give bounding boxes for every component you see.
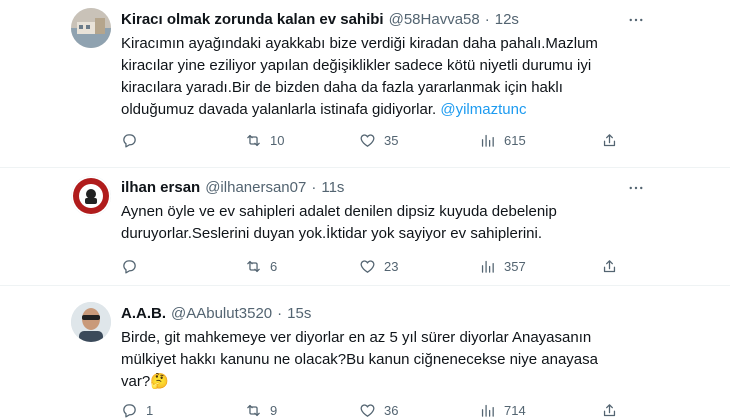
reply-button[interactable]: [121, 256, 146, 276]
retweet-icon: [247, 404, 260, 416]
like-button[interactable]: 36: [359, 400, 398, 420]
reply-icon: [123, 259, 136, 274]
reply-icon: [123, 403, 136, 418]
tweet-header: Kiracı olmak zorunda kalan ev sahibi @58…: [121, 10, 641, 30]
avatar-image: [71, 8, 111, 48]
avatar[interactable]: [71, 8, 111, 48]
views-button[interactable]: 714: [479, 400, 526, 420]
tweet-time[interactable]: 12s: [495, 10, 519, 30]
reply-count: 1: [146, 402, 154, 418]
tweet-time[interactable]: 11s: [321, 178, 344, 198]
separator-dot: ·: [484, 11, 490, 28]
views-chart-icon: [481, 404, 494, 417]
tweet-actions: 6 23 357: [121, 256, 641, 276]
views-chart-icon: [481, 260, 494, 273]
author-handle[interactable]: @58Havva58: [389, 10, 480, 30]
heart-icon: [360, 259, 375, 273]
avatar[interactable]: [71, 176, 111, 216]
tweet-content: ilhan ersan @ilhanersan07 · 11s Aynen öy…: [121, 178, 641, 245]
views-button[interactable]: 357: [479, 256, 526, 276]
tweet-feed: Kiracı olmak zorunda kalan ev sahibi @58…: [0, 0, 730, 420]
tweet-text: Aynen öyle ve ev sahipleri adalet denile…: [121, 203, 557, 242]
retweet-count: 6: [270, 258, 278, 274]
views-button[interactable]: 615: [479, 130, 526, 150]
share-icon: [603, 259, 616, 272]
share-icon: [603, 133, 616, 146]
retweet-icon: [247, 260, 260, 272]
tweet-item[interactable]: ilhan ersan @ilhanersan07 · 11s Aynen öy…: [0, 168, 730, 286]
tweet-header: ilhan ersan @ilhanersan07 · 11s: [121, 178, 641, 198]
tweet-text: Kiracımın ayağındaki ayakkabı bize verdi…: [121, 33, 631, 121]
avatar[interactable]: [71, 302, 111, 342]
more-horizontal-icon: [629, 18, 643, 22]
views-count: 714: [504, 402, 526, 418]
avatar-image: [71, 302, 111, 342]
avatar-image: [71, 176, 111, 216]
tweet-text: Birde, git mahkemeye ver diyorlar en az …: [121, 327, 631, 393]
share-button[interactable]: [601, 256, 618, 276]
reply-icon: [123, 133, 136, 148]
tweet-header: A.A.B. @AAbulut3520 · 15s: [121, 304, 641, 324]
retweet-button[interactable]: 9: [245, 400, 277, 420]
retweet-count: 10: [270, 132, 285, 148]
author-name[interactable]: ilhan ersan: [121, 178, 200, 198]
separator-dot: ·: [277, 305, 283, 322]
separator-dot: ·: [311, 179, 317, 196]
heart-icon: [360, 133, 375, 147]
like-count: 36: [384, 402, 399, 418]
more-options-button[interactable]: [626, 178, 646, 198]
more-horizontal-icon: [629, 186, 643, 190]
thinking-face-emoji: 🤔: [150, 373, 169, 390]
views-count: 357: [504, 258, 526, 274]
views-count: 615: [504, 132, 526, 148]
retweet-icon: [247, 134, 260, 146]
tweet-item[interactable]: Kiracı olmak zorunda kalan ev sahibi @58…: [0, 0, 730, 168]
views-chart-icon: [481, 134, 494, 147]
retweet-button[interactable]: 6: [245, 256, 277, 276]
tweet-content: A.A.B. @AAbulut3520 · 15s Birde, git mah…: [121, 304, 641, 393]
author-handle[interactable]: @AAbulut3520: [171, 304, 272, 324]
more-options-button[interactable]: [626, 10, 646, 30]
author-name[interactable]: Kiracı olmak zorunda kalan ev sahibi: [121, 10, 384, 30]
tweet-actions: 10 35 615: [121, 130, 641, 150]
retweet-button[interactable]: 10: [245, 130, 284, 150]
like-count: 23: [384, 258, 399, 274]
mention-link[interactable]: @yilmaztunc: [440, 101, 526, 118]
tweet-actions: 1 9 36 714: [121, 400, 641, 420]
like-button[interactable]: 23: [359, 256, 398, 276]
share-button[interactable]: [601, 130, 618, 150]
share-icon: [603, 403, 616, 416]
author-name[interactable]: A.A.B.: [121, 304, 166, 324]
reply-button[interactable]: 1: [121, 400, 153, 420]
reply-button[interactable]: [121, 130, 146, 150]
retweet-count: 9: [270, 402, 278, 418]
heart-icon: [360, 403, 375, 417]
tweet-text-content: Birde, git mahkemeye ver diyorlar en az …: [121, 329, 598, 390]
tweet-content: Kiracı olmak zorunda kalan ev sahibi @58…: [121, 10, 641, 121]
like-button[interactable]: 35: [359, 130, 398, 150]
share-button[interactable]: [601, 400, 618, 420]
tweet-item[interactable]: A.A.B. @AAbulut3520 · 15s Birde, git mah…: [0, 286, 730, 420]
like-count: 35: [384, 132, 399, 148]
tweet-time[interactable]: 15s: [287, 304, 311, 324]
author-handle[interactable]: @ilhanersan07: [205, 178, 306, 198]
